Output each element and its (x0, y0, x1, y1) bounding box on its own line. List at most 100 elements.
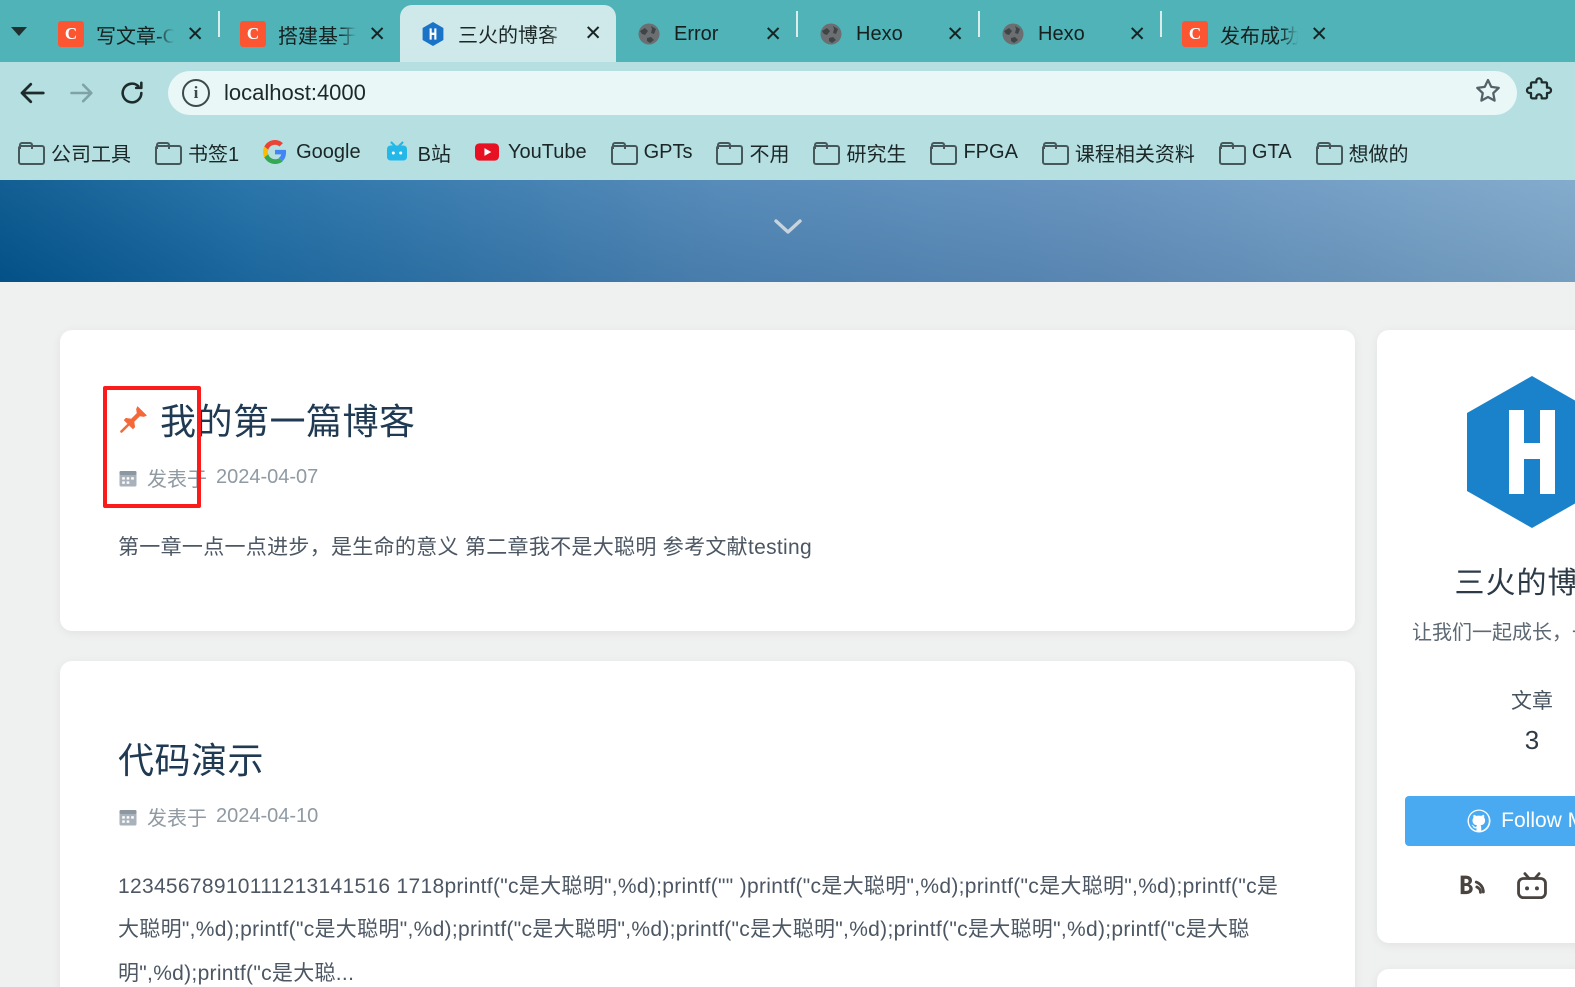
tab-close-icon[interactable]: ✕ (1128, 23, 1146, 45)
bookmark-item[interactable]: FPGA (920, 136, 1027, 169)
post-card[interactable]: 代码演示 发表于 2024-04-10 12345678910111213141… (60, 661, 1355, 987)
tab-title: Error (674, 22, 719, 45)
folder-icon (610, 142, 638, 165)
bookmark-label: 不用 (749, 143, 790, 166)
forward-button[interactable] (60, 71, 104, 115)
bookmark-item[interactable]: GPTs (601, 136, 703, 169)
profile-card: 三火的博客 让我们一起成长，一起进步 文章 3 Follow Me (1377, 330, 1575, 943)
page-viewport: 我的第一篇博客 发表于 2024-04-07 第一章一点一点进步，是生命的意义 … (0, 180, 1575, 987)
csdn-icon: C (1182, 21, 1208, 47)
bookmark-item[interactable]: 不用 (706, 133, 799, 172)
page-content: 我的第一篇博客 发表于 2024-04-07 第一章一点一点进步，是生命的意义 … (0, 282, 1575, 987)
hexo-icon (420, 21, 446, 47)
tab-strip: C 写文章-CSDN ✕ C 搭建基于Hexo ✕ 三火的博客 ✕ (0, 0, 1575, 62)
bookmark-item[interactable]: Google (253, 135, 371, 169)
tab-title: Hexo (856, 22, 903, 45)
tab-close-icon[interactable]: ✕ (368, 23, 386, 45)
stat-label: 文章 (1511, 690, 1553, 713)
tab-close-icon[interactable]: ✕ (1310, 23, 1328, 45)
post-meta: 发表于 2024-04-10 (118, 802, 1297, 831)
avatar[interactable] (1377, 372, 1575, 532)
tab-list: C 写文章-CSDN ✕ C 搭建基于Hexo ✕ 三火的博客 ✕ (38, 0, 1575, 62)
browser-tab[interactable]: C 写文章-CSDN ✕ (38, 6, 218, 62)
follow-me-label: Follow Me (1501, 809, 1575, 832)
bookmark-item[interactable]: B站 (375, 133, 461, 172)
author-name: 三火的博客 (1454, 567, 1575, 600)
tab-close-icon[interactable]: ✕ (584, 23, 602, 44)
bookmark-item[interactable]: YouTube (465, 135, 597, 169)
star-icon[interactable] (1473, 76, 1503, 111)
post-meta-label: 发表于 (147, 808, 207, 831)
folder-icon (18, 142, 45, 165)
chevron-down-icon (11, 26, 27, 36)
bookmark-item[interactable]: 想做的 (1306, 133, 1419, 172)
google-icon (263, 140, 287, 164)
tab-title: 搭建基于Hexo (278, 25, 357, 48)
post-title[interactable]: 我的第一篇博客 (118, 400, 1297, 443)
tab-title: Hexo (1038, 22, 1085, 45)
social-links (1377, 870, 1575, 909)
bookmark-item[interactable]: 研究生 (803, 133, 916, 172)
hexo-logo-icon (1467, 376, 1575, 528)
post-card[interactable]: 我的第一篇博客 发表于 2024-04-07 第一章一点一点进步，是生命的意义 … (60, 330, 1355, 632)
bookmark-label: B站 (417, 143, 451, 166)
folder-icon (813, 142, 841, 165)
globe-icon (636, 21, 662, 47)
back-button[interactable] (10, 71, 54, 115)
sidebar: 三火的博客 让我们一起成长，一起进步 文章 3 Follow Me (1377, 330, 1575, 987)
extensions-button[interactable] (1523, 71, 1565, 115)
folder-icon (1218, 142, 1246, 165)
reload-button[interactable] (110, 71, 154, 115)
browser-tab[interactable]: Hexo ✕ (980, 6, 1160, 62)
rss-blog-icon[interactable] (1455, 870, 1489, 909)
browser-tab-active[interactable]: 三火的博客 ✕ (400, 5, 616, 62)
tab-close-icon[interactable]: ✕ (946, 23, 964, 45)
post-title-text: 我的第一篇博客 (160, 401, 416, 442)
globe-icon (1000, 21, 1026, 47)
bookmark-label: YouTube (507, 140, 587, 163)
csdn-icon: C (58, 21, 84, 47)
post-title[interactable]: 代码演示 (118, 739, 1297, 782)
browser-toolbar: i localhost:4000 (0, 62, 1575, 124)
post-meta: 发表于 2024-04-07 (118, 463, 1297, 492)
bookmark-item[interactable]: 公司工具 (8, 133, 141, 172)
post-excerpt: 12345678910111213141516 1718printf("c是大聪… (118, 875, 1279, 985)
youtube-icon (474, 140, 499, 164)
tab-close-icon[interactable]: ✕ (764, 23, 782, 45)
post-date: 2024-04-10 (216, 805, 319, 828)
address-bar[interactable]: i localhost:4000 (168, 71, 1517, 115)
browser-tab[interactable]: C 搭建基于Hexo ✕ (220, 6, 400, 62)
browser-tab[interactable]: C 发布成功 ✕ (1162, 6, 1342, 62)
bookmark-item[interactable]: 书签1 (145, 133, 249, 172)
folder-icon (930, 142, 958, 165)
bilibili-icon (385, 140, 409, 164)
bookmark-item[interactable]: 课程相关资料 (1032, 133, 1205, 172)
folder-icon (1315, 142, 1343, 165)
browser-window: C 写文章-CSDN ✕ C 搭建基于Hexo ✕ 三火的博客 ✕ (0, 0, 1575, 987)
tab-close-icon[interactable]: ✕ (186, 23, 204, 45)
info-circle-icon[interactable]: i (182, 79, 210, 107)
bookmarks-bar: 公司工具 书签1 Google B站 YouTube GPTs 不用 研究生 F… (0, 124, 1575, 180)
bookmark-item[interactable]: GTA (1209, 136, 1302, 169)
github-icon (1467, 809, 1491, 833)
forward-arrow-icon (70, 83, 93, 103)
back-arrow-icon (20, 82, 45, 104)
bookmark-label: 公司工具 (51, 143, 131, 166)
tab-title: 写文章-CSDN (96, 25, 175, 48)
tab-search-button[interactable] (0, 0, 38, 62)
post-date: 2024-04-07 (216, 466, 319, 489)
bookmark-label: 想做的 (1348, 143, 1409, 166)
folder-icon (155, 142, 182, 165)
chevron-down-icon[interactable] (768, 216, 808, 238)
browser-tab[interactable]: Hexo ✕ (798, 6, 978, 62)
folder-icon (1041, 142, 1069, 165)
follow-me-button[interactable]: Follow Me (1405, 796, 1575, 846)
url-text[interactable]: localhost:4000 (224, 80, 1459, 106)
announcement-card: 公告 (1377, 969, 1575, 987)
bilibili-icon[interactable] (1515, 870, 1549, 909)
pushpin-icon (118, 403, 150, 441)
post-meta-label: 发表于 (147, 469, 207, 492)
post-count-stat[interactable]: 文章 3 (1377, 685, 1575, 756)
browser-tab[interactable]: Error ✕ (616, 6, 796, 62)
bookmark-label: 课程相关资料 (1074, 143, 1195, 166)
